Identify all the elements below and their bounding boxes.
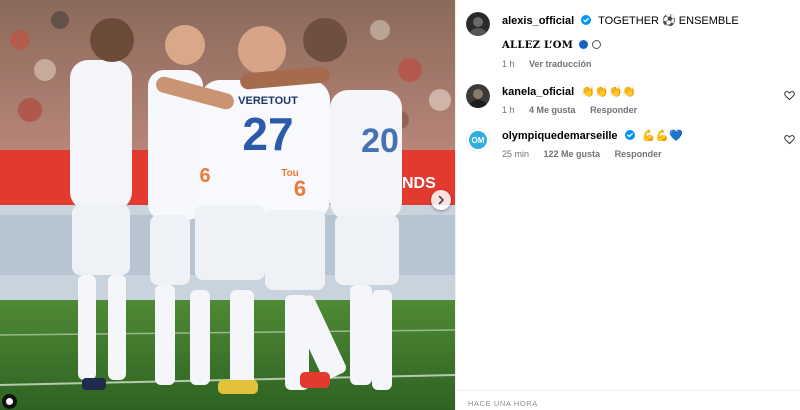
author-username[interactable]: alexis_official (502, 15, 574, 27)
svg-text:6: 6 (294, 176, 306, 201)
commenter-avatar[interactable] (466, 84, 490, 108)
heart-outline-icon[interactable] (784, 134, 795, 145)
svg-text:6: 6 (199, 165, 210, 187)
blue-circle-emoji (578, 40, 588, 49)
jersey-number-2: 20 (361, 122, 399, 160)
comment-time: 1 h (502, 105, 515, 115)
verified-badge-icon (624, 130, 635, 140)
comments-panel: alexis_official TOGETHER ⚽ ENSEMBLE ALLE… (455, 0, 800, 410)
comment-likes[interactable]: 4 Me gusta (529, 105, 576, 115)
heart-outline-icon[interactable] (784, 90, 795, 101)
svg-text:OM: OM (472, 136, 485, 145)
comment-meta: 1 h 4 Me gusta Responder (502, 105, 771, 115)
commenter-username[interactable]: kanela_oficial (502, 86, 574, 98)
team-celebration-photo: NDS VERETOUT 27 20 Tou 6 6 (0, 0, 455, 410)
comment-time: 25 min (502, 149, 530, 159)
comment-meta: 25 min 122 Me gusta Responder (502, 149, 771, 159)
caption-line-2: ALLEZ L’OM (502, 40, 771, 51)
jersey-number: 27 (242, 108, 293, 160)
jersey-name: VERETOUT (238, 95, 298, 107)
white-circle-emoji (591, 40, 601, 49)
comment-text: 💪💪💙 (641, 129, 683, 142)
see-translation-link[interactable]: Ver traducción (529, 59, 592, 69)
comment-likes[interactable]: 122 Me gusta (544, 149, 601, 159)
caption-text: TOGETHER ⚽ ENSEMBLE (598, 15, 739, 27)
reply-button[interactable]: Responder (590, 105, 637, 115)
instagram-post-view: NDS VERETOUT 27 20 Tou 6 6 alexis_offici… (0, 0, 800, 410)
author-avatar[interactable] (466, 12, 490, 36)
chevron-right-icon (438, 195, 444, 205)
user-tags-icon[interactable] (2, 394, 17, 409)
caption-meta: 1 h Ver traducción (502, 59, 771, 69)
comment-text: 👏👏👏👏 (581, 85, 637, 98)
next-media-button[interactable] (431, 190, 451, 210)
commenter-avatar[interactable]: OM (466, 128, 490, 152)
post-timestamp: HACE UNA HORA (468, 399, 538, 408)
board-text: NDS (402, 175, 436, 192)
verified-badge-icon (581, 15, 592, 25)
caption-time: 1 h (502, 59, 515, 69)
reply-button[interactable]: Responder (615, 149, 662, 159)
post-media[interactable]: NDS VERETOUT 27 20 Tou 6 6 (0, 0, 455, 410)
footer-divider (456, 390, 800, 391)
commenter-username[interactable]: olympiquedemarseille (502, 130, 618, 142)
